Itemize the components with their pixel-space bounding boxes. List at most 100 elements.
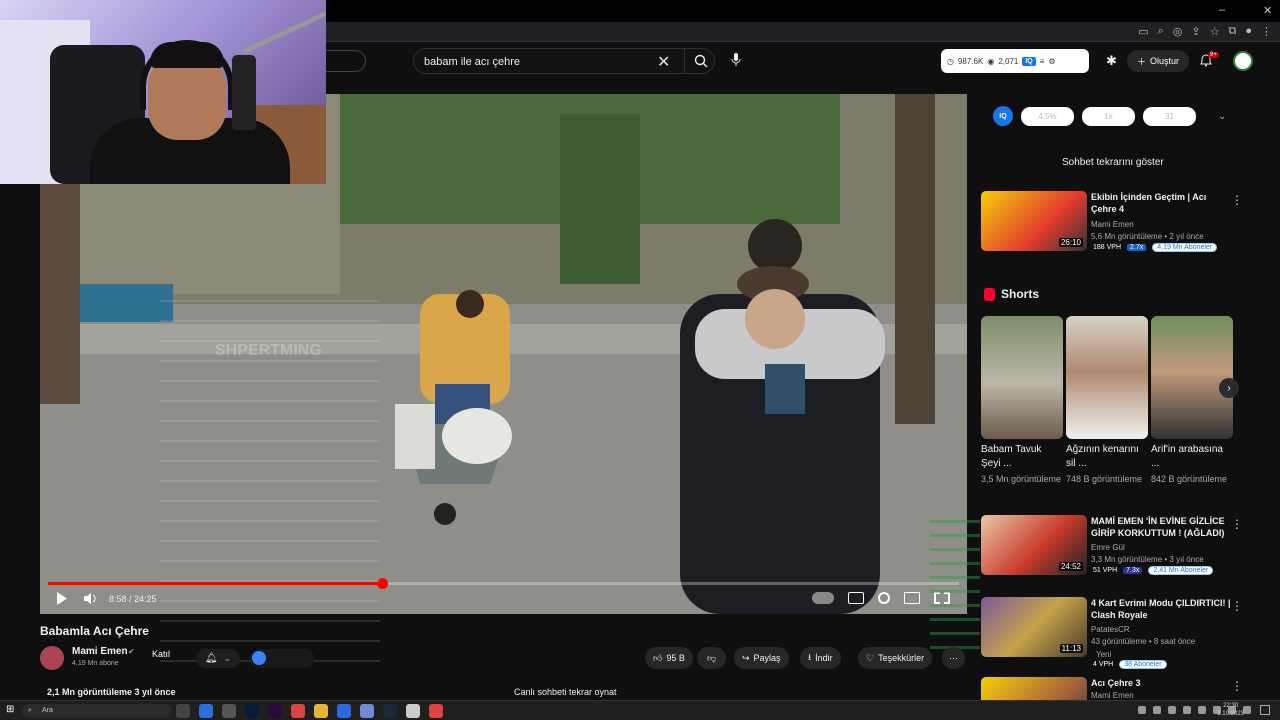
channel-stats-extension[interactable]: ◷ 987.6K ◉ 2,071 IQ ≡ ⚙ bbox=[941, 49, 1089, 73]
like-button[interactable]: 👍︎ 95 B bbox=[645, 647, 693, 669]
extensions-icon[interactable]: ⧉ bbox=[1228, 25, 1236, 38]
cast-icon[interactable]: ▭ bbox=[1138, 25, 1148, 38]
related-video-4[interactable]: Acı Çehre 3 Mami Emen ⋮ bbox=[981, 677, 1271, 700]
show-chat-replay-button[interactable]: Sohbet tekrarını göster bbox=[1062, 157, 1164, 168]
tray-up-icon[interactable] bbox=[1138, 706, 1146, 714]
channel-name[interactable]: Mami Emen bbox=[72, 646, 128, 657]
zoom-icon[interactable]: ⌕ bbox=[1158, 25, 1164, 38]
list-icon[interactable]: ≡ bbox=[1040, 57, 1045, 66]
settings-gear-icon[interactable] bbox=[878, 592, 890, 604]
star-icon[interactable]: ☆ bbox=[1210, 25, 1220, 38]
shorts-next-arrow-icon[interactable]: › bbox=[1219, 378, 1239, 398]
video-thumbnail[interactable]: 24:52 bbox=[981, 515, 1087, 575]
toolbar-pill-1[interactable]: 4.5% bbox=[1021, 106, 1074, 126]
more-options-icon[interactable]: ⋮ bbox=[1231, 599, 1243, 613]
short-thumbnail[interactable] bbox=[1066, 316, 1148, 439]
related-video-2[interactable]: 24:52 MAMİ EMEN 'İN EVİNE GİZLİCE GİRİP … bbox=[981, 515, 1271, 577]
video-channel[interactable]: Mami Emen bbox=[1091, 690, 1134, 700]
join-button[interactable]: Katıl bbox=[152, 649, 170, 659]
short-item-2[interactable]: Ağzının kenarını sil ... 748 B görüntüle… bbox=[1066, 316, 1148, 486]
more-options-icon[interactable]: ⋮ bbox=[1231, 517, 1243, 531]
autoplay-toggle-icon[interactable] bbox=[812, 592, 834, 604]
discord-icon[interactable] bbox=[360, 704, 374, 718]
tray-app2-icon[interactable] bbox=[1198, 706, 1206, 714]
account-avatar[interactable] bbox=[1233, 51, 1253, 71]
chrome-icon[interactable] bbox=[291, 704, 305, 718]
video-thumbnail[interactable] bbox=[981, 677, 1087, 700]
start-icon[interactable]: ⊞ bbox=[6, 704, 14, 715]
dislike-button[interactable]: 👎︎ bbox=[697, 647, 727, 669]
notification-center-icon[interactable] bbox=[1260, 705, 1270, 715]
iq-button[interactable]: IQ bbox=[993, 106, 1013, 126]
video-title[interactable]: MAMİ EMEN 'İN EVİNE GİZLİCE GİRİP KORKUT… bbox=[1091, 515, 1231, 539]
channel-avatar[interactable] bbox=[40, 646, 64, 670]
eye-icon: ◉ bbox=[987, 56, 995, 66]
microphone-icon[interactable] bbox=[730, 53, 742, 72]
chevron-down-icon[interactable]: ⌄ bbox=[1218, 111, 1226, 122]
eye-off-icon[interactable]: ◎ bbox=[1173, 25, 1183, 38]
share-icon[interactable]: ⇪ bbox=[1191, 25, 1200, 38]
video-thumbnail[interactable]: 26:10 bbox=[981, 191, 1087, 251]
search-button[interactable] bbox=[684, 49, 716, 73]
video-channel[interactable]: PatatesCR bbox=[1091, 624, 1130, 635]
short-title[interactable]: Arif'in arabasına ... bbox=[1151, 443, 1233, 471]
share-button[interactable]: ↪ Paylaş bbox=[734, 647, 789, 669]
search-box[interactable]: babam ile acı çehre ✕ bbox=[413, 48, 715, 74]
notepad-icon[interactable] bbox=[406, 704, 420, 718]
short-thumbnail[interactable] bbox=[981, 316, 1063, 439]
more-options-icon[interactable]: ⋮ bbox=[1231, 193, 1243, 207]
extension-gear-icon[interactable]: ✱ bbox=[1106, 53, 1117, 69]
taskbar-search-label: Ara bbox=[42, 707, 53, 714]
task-view-icon[interactable] bbox=[176, 704, 190, 718]
video-channel[interactable]: Mami Emen bbox=[1091, 219, 1134, 230]
steam-icon[interactable] bbox=[383, 704, 397, 718]
subtitles-icon[interactable] bbox=[848, 592, 864, 604]
profile-icon[interactable]: ● bbox=[1245, 25, 1252, 38]
iq-badge[interactable]: IQ bbox=[1022, 56, 1036, 66]
related-video-1[interactable]: 26:10 Ekibin İçinden Geçtim | Acı Çehre … bbox=[981, 191, 1271, 253]
browser-address-bar[interactable]: ▭ ⌕ ◎ ⇪ ☆ ⧉ ● ⋮ bbox=[326, 22, 1280, 42]
premiere-icon[interactable] bbox=[268, 704, 282, 718]
tray-volume-icon[interactable] bbox=[1168, 706, 1176, 714]
tray-network-icon[interactable] bbox=[1153, 706, 1161, 714]
replay-chat-button[interactable]: Canlı sohbeti tekrar oynat bbox=[514, 687, 617, 697]
related-video-3[interactable]: 11:13 4 Kart Evrimi Modu ÇILDIRTICI! | C… bbox=[981, 597, 1271, 669]
video-title[interactable]: Ekibin İçinden Geçtim | Acı Çehre 4 bbox=[1091, 191, 1231, 215]
taskbar-clock[interactable]: 22:30 3.10.2023 bbox=[1217, 702, 1244, 718]
short-title[interactable]: Ağzının kenarını sil ... bbox=[1066, 443, 1148, 471]
more-actions-button[interactable]: ⋯ bbox=[942, 647, 965, 669]
short-thumbnail[interactable] bbox=[1151, 316, 1233, 439]
video-thumbnail[interactable]: 11:13 bbox=[981, 597, 1087, 657]
short-item-3[interactable]: Arif'in arabasına ... 842 B görüntüleme bbox=[1151, 316, 1233, 486]
video-title[interactable]: 4 Kart Evrimi Modu ÇILDIRTICI! | Clash R… bbox=[1091, 597, 1231, 621]
more-options-icon[interactable]: ⋮ bbox=[1231, 679, 1243, 693]
minimize-icon[interactable]: – bbox=[1219, 4, 1225, 16]
chrome-active-icon[interactable] bbox=[429, 704, 443, 718]
subscription-bell-button[interactable]: 🔔︎ ⌄ bbox=[196, 649, 240, 668]
settings-icon[interactable]: ⚙ bbox=[1048, 57, 1055, 66]
taskbar-search[interactable]: ⌕ Ara bbox=[22, 704, 172, 718]
thanks-button[interactable]: ♡ Teşekkürler bbox=[858, 647, 933, 669]
tray-app5-icon[interactable] bbox=[1243, 706, 1251, 714]
create-button[interactable]: ＋ Oluştur bbox=[1127, 50, 1189, 72]
short-title[interactable]: Babam Tavuk Şeyi ... bbox=[981, 443, 1063, 471]
search-input[interactable]: babam ile acı çehre bbox=[424, 56, 520, 68]
video-title[interactable]: Acı Çehre 3 bbox=[1091, 677, 1231, 689]
tray-app-icon[interactable] bbox=[1183, 706, 1191, 714]
menu-icon[interactable]: ⋮ bbox=[1261, 25, 1272, 38]
download-button[interactable]: ⭳ İndir bbox=[800, 647, 841, 669]
theater-mode-icon[interactable] bbox=[904, 592, 920, 604]
short-item-1[interactable]: Babam Tavuk Şeyi ... 3,5 Mn görüntüleme bbox=[981, 316, 1063, 486]
clear-search-icon[interactable]: ✕ bbox=[657, 52, 670, 72]
extension-button-ghost[interactable] bbox=[250, 649, 314, 668]
close-icon[interactable]: ✕ bbox=[1263, 4, 1272, 17]
obs-icon[interactable] bbox=[222, 704, 236, 718]
edge-icon[interactable] bbox=[199, 704, 213, 718]
mail-icon[interactable] bbox=[337, 704, 351, 718]
photoshop-icon[interactable] bbox=[245, 704, 259, 718]
video-channel[interactable]: Emre Gül bbox=[1091, 542, 1125, 553]
more-horizontal-icon: ⋯ bbox=[949, 652, 958, 663]
toolbar-pill-2[interactable]: 1x bbox=[1082, 106, 1135, 126]
folder-icon[interactable] bbox=[314, 704, 328, 718]
toolbar-pill-3[interactable]: 31 bbox=[1143, 106, 1196, 126]
